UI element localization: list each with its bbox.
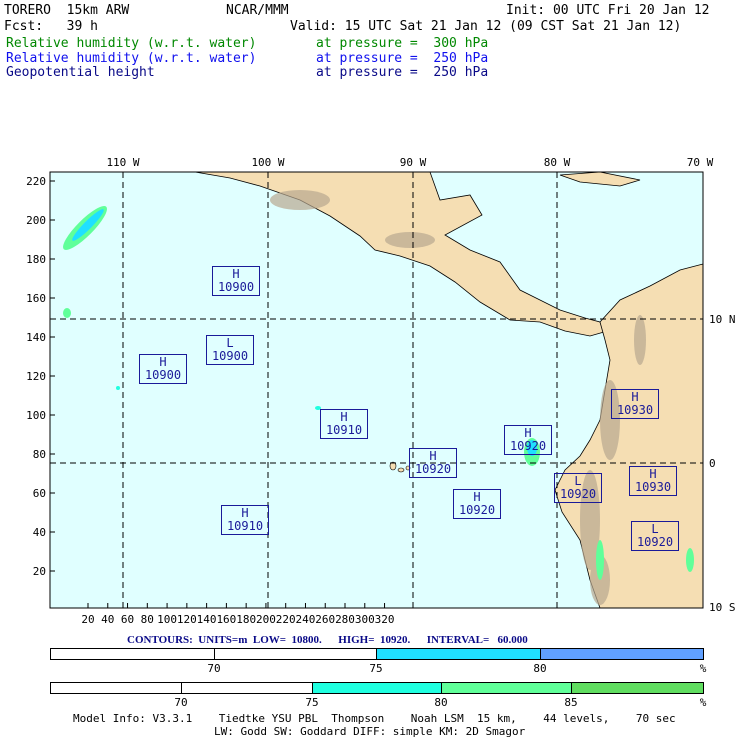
x-tick-label: 140	[197, 613, 217, 626]
pressure-center-high: H 10920	[453, 489, 501, 519]
colorbar-label: 70	[207, 662, 221, 675]
y-tick-label: 140	[26, 331, 46, 344]
colorbar-segment	[214, 648, 377, 660]
y-tick-label: 200	[26, 214, 46, 227]
model-title: TORERO 15km ARW	[4, 3, 130, 18]
center-value: 10910	[325, 423, 363, 437]
center-value: 10910	[226, 519, 264, 533]
pressure-center-high: H 10900	[212, 266, 260, 296]
center-value: 10900	[144, 368, 182, 382]
field-3-level: at pressure = 250 hPa	[316, 65, 489, 80]
x-tick-label: 20	[81, 613, 94, 626]
longitude-label: 90 W	[400, 156, 427, 169]
longitude-label: 110 W	[106, 156, 139, 169]
pressure-center-low: L 10920	[631, 521, 679, 551]
field-1-level: at pressure = 300 hPa	[316, 36, 489, 51]
x-tick-label: 320	[375, 613, 395, 626]
x-tick-label: 100	[157, 613, 177, 626]
x-tick-label: 300	[355, 613, 375, 626]
x-tick-label: 260	[315, 613, 335, 626]
center-value: 10900	[217, 280, 255, 294]
field-2-name: Relative humidity (w.r.t. water)	[6, 51, 257, 66]
y-tick-label: 40	[33, 526, 46, 539]
field-3-name: Geopotential height	[6, 65, 155, 80]
x-tick-label: 160	[216, 613, 236, 626]
colorbar-segment	[312, 682, 442, 694]
colorbar-label: 85	[564, 696, 578, 709]
contours-info: CONTOURS: UNITS=m LOW= 10800. HIGH= 1092…	[127, 634, 528, 646]
colorbar-segment	[50, 682, 182, 694]
center-value: 10930	[616, 403, 654, 417]
colorbar-segment	[50, 648, 215, 660]
x-tick-label: 120	[177, 613, 197, 626]
x-tick-label: 40	[101, 613, 114, 626]
colorbar-segment	[181, 682, 313, 694]
x-tick-label: 180	[236, 613, 256, 626]
colorbar-segment	[540, 648, 704, 660]
x-tick-label: 80	[141, 613, 154, 626]
pressure-center-high: H 10910	[221, 505, 269, 535]
init-time: Init: 00 UTC Fri 20 Jan 12	[506, 3, 710, 18]
x-tick-label: 240	[296, 613, 316, 626]
organization: NCAR/MMM	[226, 3, 289, 18]
pressure-center-high: H 10900	[139, 354, 187, 384]
model-info-line2: LW: Godd SW: Goddard DIFF: simple KM: 2D…	[214, 725, 526, 738]
center-value: 10920	[458, 503, 496, 517]
pressure-center-high: H 10920	[409, 448, 457, 478]
forecast-hour: Fcst: 39 h	[4, 19, 98, 34]
y-tick-label: 60	[33, 487, 46, 500]
x-tick-label: 280	[335, 613, 355, 626]
colorbar-label: 75	[305, 696, 319, 709]
latitude-label: 10 N	[709, 313, 736, 326]
center-value: 10920	[414, 462, 452, 476]
longitude-label: 70 W	[687, 156, 714, 169]
longitude-label: 80 W	[544, 156, 571, 169]
center-value: 10900	[211, 349, 249, 363]
pressure-center-high: H 10930	[629, 466, 677, 496]
y-tick-label: 180	[26, 253, 46, 266]
colorbar-label: 80	[434, 696, 448, 709]
pressure-center-high: H 10920	[504, 425, 552, 455]
pressure-center-high: H 10910	[320, 409, 368, 439]
y-tick-label: 120	[26, 370, 46, 383]
pressure-center-high: H 10930	[611, 389, 659, 419]
latitude-label: 10 S	[709, 601, 736, 614]
colorbar-label: 70	[174, 696, 188, 709]
center-value: 10920	[509, 439, 547, 453]
colorbar-label: %	[699, 696, 707, 709]
colorbar-segment	[376, 648, 541, 660]
pressure-center-low: L 10900	[206, 335, 254, 365]
field-1-name: Relative humidity (w.r.t. water)	[6, 36, 257, 51]
field-2-level: at pressure = 250 hPa	[316, 51, 489, 66]
model-info-line1: Model Info: V3.3.1 Tiedtke YSU PBL Thomp…	[73, 712, 676, 725]
y-tick-label: 80	[33, 448, 46, 461]
y-tick-label: 160	[26, 292, 46, 305]
y-tick-label: 20	[33, 565, 46, 578]
x-tick-label: 200	[256, 613, 276, 626]
latitude-label: 0	[709, 457, 716, 470]
y-tick-label: 100	[26, 409, 46, 422]
colorbar-label: 75	[369, 662, 383, 675]
pressure-center-low: L 10920	[554, 473, 602, 503]
center-value: 10920	[636, 535, 674, 549]
colorbar-segment	[571, 682, 704, 694]
x-tick-label: 60	[121, 613, 134, 626]
longitude-label: 100 W	[251, 156, 284, 169]
valid-time: Valid: 15 UTC Sat 21 Jan 12 (09 CST Sat …	[290, 19, 682, 34]
center-value: 10930	[634, 480, 672, 494]
colorbar-label: 80	[533, 662, 547, 675]
center-value: 10920	[559, 487, 597, 501]
y-tick-label: 220	[26, 175, 46, 188]
colorbar-label: %	[699, 662, 707, 675]
colorbar-segment	[441, 682, 572, 694]
x-tick-label: 220	[276, 613, 296, 626]
